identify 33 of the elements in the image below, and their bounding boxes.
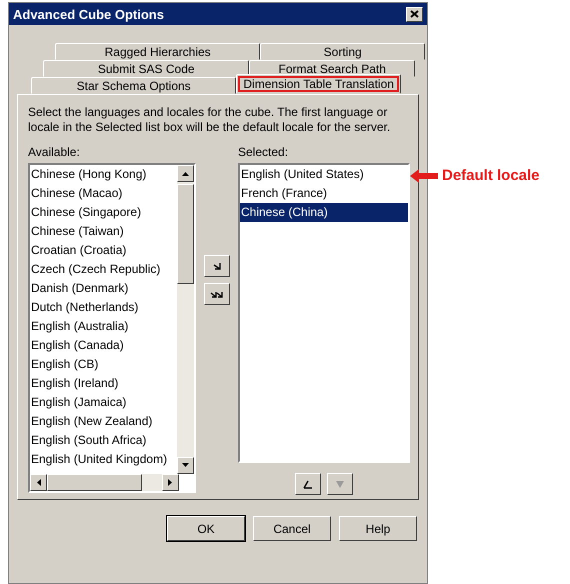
list-item[interactable]: English (United Kingdom) bbox=[30, 450, 177, 469]
dialog-button[interactable]: Help bbox=[339, 516, 417, 541]
list-item[interactable]: English (Australia) bbox=[30, 317, 177, 336]
list-item[interactable]: Dutch (Netherlands) bbox=[30, 298, 177, 317]
tab[interactable]: Submit SAS Code bbox=[43, 60, 250, 77]
list-item[interactable]: Chinese (Hong Kong) bbox=[30, 165, 177, 184]
list-item[interactable]: English (United States) bbox=[240, 165, 408, 184]
list-item[interactable]: Croatian (Croatia) bbox=[30, 241, 177, 260]
list-item[interactable]: English (Ireland) bbox=[30, 374, 177, 393]
list-item[interactable]: English (Jamaica) bbox=[30, 393, 177, 412]
list-item[interactable]: English (South Africa) bbox=[30, 431, 177, 450]
list-item[interactable]: English (New Zealand) bbox=[30, 412, 177, 431]
list-item[interactable]: French (France) bbox=[240, 184, 408, 203]
tab[interactable]: Sorting bbox=[260, 43, 425, 60]
tab[interactable]: Ragged Hierarchies bbox=[55, 43, 260, 60]
window-title: Advanced Cube Options bbox=[13, 6, 164, 22]
list-item[interactable]: Chinese (China) bbox=[240, 203, 408, 222]
tab[interactable]: Dimension Table Translation bbox=[236, 74, 401, 94]
list-item[interactable]: Chinese (Taiwan) bbox=[30, 222, 177, 241]
description-text: Select the languages and locales for the cube. The first language or locale in the Selected list box will be the default locale for the server. bbox=[28, 105, 392, 135]
list-item[interactable]: English (Canada) bbox=[30, 336, 177, 355]
list-item[interactable]: English (CB) bbox=[30, 355, 177, 374]
tab[interactable]: Star Schema Options bbox=[31, 77, 236, 94]
dialog-button[interactable]: OK bbox=[167, 516, 245, 541]
list-item[interactable]: Danish (Denmark) bbox=[30, 279, 177, 298]
list-label: Available: bbox=[28, 145, 81, 159]
list-item[interactable]: Chinese (Macao) bbox=[30, 184, 177, 203]
dialog-button[interactable]: Cancel bbox=[253, 516, 331, 541]
list-item[interactable]: Chinese (Singapore) bbox=[30, 203, 177, 222]
selected-list[interactable]: English (United States) French (France) Chinese (China) bbox=[238, 163, 410, 463]
list-item[interactable]: Czech (Czech Republic) bbox=[30, 260, 177, 279]
annotation-text: Default locale bbox=[442, 167, 540, 184]
list-label: Selected: bbox=[238, 145, 290, 159]
